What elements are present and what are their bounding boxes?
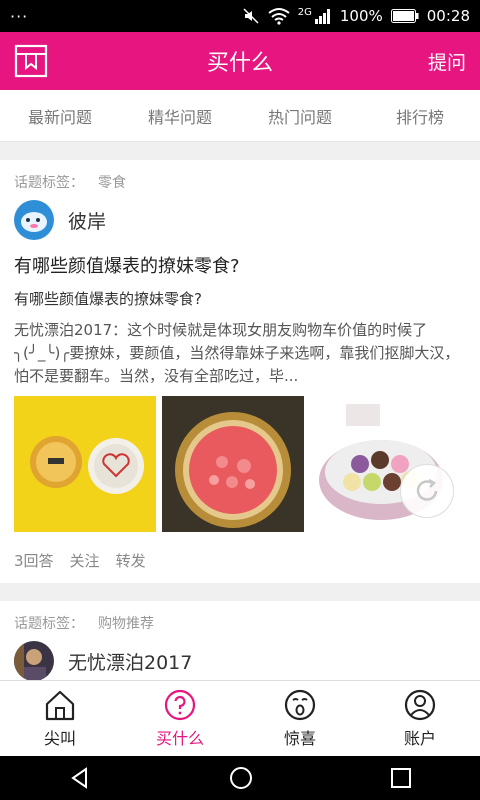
topic-tag: 话题标签： 零食 <box>14 172 466 192</box>
battery-percent: 100% <box>339 7 383 25</box>
nav-account[interactable]: 账户 <box>360 681 480 756</box>
tag-value[interactable]: 购物推荐 <box>98 613 154 633</box>
bottom-navigation: 尖叫 买什么 惊喜 账户 <box>0 680 480 756</box>
snack-image-1[interactable] <box>14 396 156 532</box>
tag-value[interactable]: 零食 <box>98 172 126 192</box>
tag-label: 话题标签： <box>14 175 84 191</box>
card-actions: 3回答 关注 转发 <box>14 532 466 583</box>
question-card[interactable]: 话题标签： 零食 彼岸 有哪些颜值爆表的撩妹零食? 有哪些颜值爆表的撩妹零食? … <box>0 160 480 583</box>
question-subtitle: 有哪些颜值爆表的撩妹零食? <box>14 290 202 308</box>
question-title[interactable]: 有哪些颜值爆表的撩妹零食? <box>14 252 466 278</box>
surprise-icon <box>284 689 316 721</box>
bookmark-icon[interactable] <box>14 44 48 78</box>
recents-icon[interactable] <box>390 767 412 789</box>
refresh-icon <box>416 478 438 501</box>
nav-home[interactable]: 尖叫 <box>0 681 120 756</box>
tab-hot[interactable]: 热门问题 <box>240 104 360 128</box>
wifi-icon <box>268 8 290 25</box>
follow-button[interactable]: 关注 <box>70 550 100 571</box>
question-feed[interactable]: 话题标签： 零食 彼岸 有哪些颜值爆表的撩妹零食? 有哪些颜值爆表的撩妹零食? … <box>0 142 480 680</box>
back-icon[interactable] <box>68 766 92 790</box>
user-icon <box>404 689 436 721</box>
snack-image-2[interactable] <box>162 396 304 532</box>
refresh-button[interactable] <box>400 464 454 518</box>
battery-icon <box>390 9 419 23</box>
nav-buy[interactable]: 买什么 <box>120 681 240 756</box>
mute-icon <box>243 8 259 24</box>
network-type: 2G <box>297 6 312 18</box>
tab-latest[interactable]: 最新问题 <box>0 104 120 128</box>
user-name[interactable]: 彼岸 <box>68 207 106 234</box>
app-header: 买什么 提问 <box>0 32 480 90</box>
answers-count[interactable]: 3回答 <box>14 550 54 571</box>
user-name[interactable]: 无忧漂泊2017 <box>68 648 192 675</box>
question-icon <box>164 689 196 721</box>
topic-tag: 话题标签： 购物推荐 <box>14 613 466 633</box>
answer-excerpt[interactable]: 无忧漂泊2017：这个时候就是体现女朋友购物车价值的时候了╮(╯_╰)╭要撩妹，… <box>14 319 466 388</box>
page-title: 买什么 <box>206 51 273 76</box>
avatar[interactable] <box>14 200 54 240</box>
signal-icon <box>314 9 330 24</box>
nav-surprise[interactable]: 惊喜 <box>240 681 360 756</box>
avatar[interactable] <box>14 641 54 680</box>
status-bar: ··· 2G 100% 00:28 <box>0 0 480 32</box>
tab-featured[interactable]: 精华问题 <box>120 104 240 128</box>
tab-ranking[interactable]: 排行榜 <box>360 104 480 128</box>
image-gallery <box>14 396 466 532</box>
question-tabs: 最新问题 精华问题 热门问题 排行榜 <box>0 90 480 142</box>
home-icon <box>45 690 75 721</box>
notification-dots: ··· <box>10 6 29 26</box>
system-navigation <box>0 756 480 800</box>
ask-question-button[interactable]: 提问 <box>428 48 466 75</box>
tag-label: 话题标签： <box>14 616 84 632</box>
home-button-icon[interactable] <box>228 765 254 791</box>
share-button[interactable]: 转发 <box>116 550 146 571</box>
clock: 00:28 <box>426 7 470 25</box>
question-card[interactable]: 话题标签： 购物推荐 无忧漂泊2017 <box>0 601 480 680</box>
